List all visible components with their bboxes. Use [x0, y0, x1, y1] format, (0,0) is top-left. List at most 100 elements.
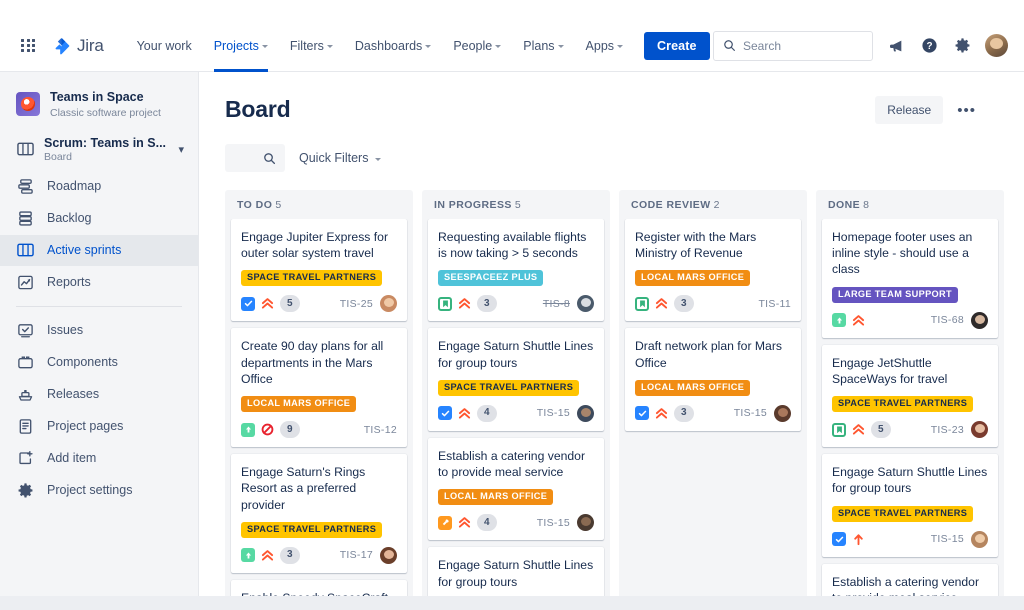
issue-card-title: Establish a catering vendor to provide m… — [438, 448, 586, 480]
nav-plans[interactable]: Plans — [512, 20, 574, 72]
issue-key[interactable]: TIS-15 — [931, 533, 964, 545]
epic-label[interactable]: SPACE TRAVEL PARTNERS — [438, 379, 580, 396]
story-points-badge: 5 — [871, 421, 891, 439]
sidebar-item-active-sprints[interactable]: Active sprints — [0, 234, 198, 266]
create-button[interactable]: Create — [644, 31, 710, 60]
assignee-avatar[interactable] — [971, 530, 988, 548]
epic-label[interactable]: SEESPACEEZ PLUS — [438, 270, 544, 287]
epic-label[interactable]: LOCAL MARS OFFICE — [635, 270, 751, 287]
sidebar-item-add-item[interactable]: Add item — [0, 443, 198, 474]
column-card-list[interactable]: Requesting available flights is now taki… — [422, 219, 610, 610]
issue-card[interactable]: Engage Saturn Shuttle Lines for group to… — [822, 454, 998, 557]
nav-your-work[interactable]: Your work — [126, 20, 203, 72]
global-search[interactable] — [713, 30, 873, 61]
epic-label[interactable]: LOCAL MARS OFFICE — [635, 379, 751, 396]
column-card-list[interactable]: Homepage footer uses an inline style - s… — [816, 219, 1004, 610]
assignee-avatar[interactable] — [380, 295, 397, 313]
assignee-avatar[interactable] — [971, 421, 988, 439]
epic-label[interactable]: LOCAL MARS OFFICE — [241, 396, 357, 413]
sidebar-item-reports[interactable]: Reports — [0, 267, 198, 298]
nav-apps[interactable]: Apps — [575, 20, 635, 72]
column-card-list[interactable]: Register with the Mars Ministry of Reven… — [619, 219, 807, 610]
sidebar-item-releases[interactable]: Releases — [0, 379, 198, 410]
epic-label[interactable]: SPACE TRAVEL PARTNERS — [241, 270, 383, 287]
epic-label[interactable]: LOCAL MARS OFFICE — [438, 489, 554, 506]
window-bottom-frame — [0, 596, 1024, 610]
issue-card[interactable]: Homepage footer uses an inline style - s… — [822, 219, 998, 338]
nav-dashboards[interactable]: Dashboards — [344, 20, 442, 72]
project-header[interactable]: Teams in Space Classic software project — [0, 82, 198, 129]
nav-label: Projects — [213, 38, 259, 53]
project-avatar-icon — [16, 92, 40, 117]
nav-projects[interactable]: Projects — [203, 20, 279, 72]
issue-key[interactable]: TIS-8 — [543, 298, 570, 310]
issue-card-meta: TIS-12 — [364, 424, 397, 436]
board-name: Scrum: Teams in S... — [44, 135, 167, 150]
issue-card[interactable]: Create 90 day plans for all departments … — [231, 328, 407, 448]
issue-type-story-icon — [832, 422, 846, 437]
issue-key[interactable]: TIS-15 — [537, 407, 570, 419]
issue-key[interactable]: TIS-23 — [931, 424, 964, 436]
issue-key[interactable]: TIS-11 — [758, 298, 791, 310]
quick-filters-dropdown[interactable]: Quick Filters — [299, 151, 382, 165]
epic-label[interactable]: SPACE TRAVEL PARTNERS — [832, 505, 974, 522]
epic-label[interactable]: LARGE TEAM SUPPORT — [832, 286, 959, 303]
chevron-down-icon[interactable]: ▾ — [178, 143, 184, 156]
profile-avatar[interactable] — [985, 34, 1008, 57]
issue-key[interactable]: TIS-15 — [537, 517, 570, 529]
sidebar-item-roadmap[interactable]: Roadmap — [0, 171, 198, 202]
issue-card-title: Engage Saturn's Rings Resort as a prefer… — [241, 465, 366, 512]
board-columns: TO DO 5 Engage Jupiter Express for outer s… — [225, 190, 1024, 610]
sidebar-item-components[interactable]: Components — [0, 347, 198, 378]
issue-card[interactable]: Engage Saturn Shuttle Lines for group to… — [428, 328, 604, 431]
issue-card[interactable]: Draft network plan for Mars Office LOCAL … — [625, 328, 801, 431]
sidebar-item-project-settings[interactable]: Project settings — [0, 475, 198, 506]
sidebar-item-project-pages[interactable]: Project pages — [0, 411, 198, 442]
jira-home-logo[interactable]: Jira — [52, 36, 104, 56]
roadmap-icon — [16, 177, 34, 195]
assignee-avatar[interactable] — [577, 514, 594, 532]
nav-label: Dashboards — [354, 38, 423, 53]
column-name: CODE REVIEW — [631, 199, 711, 211]
issue-card[interactable]: Register with the Mars Ministry of Reven… — [625, 219, 801, 322]
pages-icon — [16, 417, 34, 435]
assignee-avatar[interactable] — [380, 546, 397, 564]
sidebar-item-label: Active sprints — [47, 242, 122, 257]
nav-people[interactable]: People — [442, 20, 512, 72]
issue-card[interactable]: Establish a catering vendor to provide m… — [428, 437, 604, 541]
issue-key[interactable]: TIS-68 — [931, 314, 964, 326]
assignee-avatar[interactable] — [774, 404, 791, 422]
issue-card[interactable]: Engage JetShuttle SpaceWays for travel SP… — [822, 344, 998, 448]
more-actions-button[interactable]: ••• — [951, 99, 982, 122]
gear-icon — [16, 481, 34, 499]
settings-icon[interactable] — [952, 36, 972, 56]
search-input[interactable] — [743, 38, 863, 53]
story-points-badge: 9 — [280, 421, 300, 439]
sidebar-item-issues[interactable]: Issues — [0, 315, 198, 346]
board-search-input[interactable] — [225, 144, 285, 172]
issue-key[interactable]: TIS-12 — [364, 424, 397, 436]
board-selector[interactable]: Scrum: Teams in S... Board ▾ — [0, 129, 198, 170]
assignee-avatar[interactable] — [577, 295, 594, 313]
notifications-icon[interactable] — [886, 36, 906, 56]
global-navigation: Jira Your work Projects Filters Dashboar… — [0, 20, 1024, 72]
issue-key[interactable]: TIS-15 — [734, 407, 767, 419]
assignee-avatar[interactable] — [577, 404, 594, 422]
issue-key[interactable]: TIS-17 — [340, 549, 373, 561]
issue-card[interactable]: Requesting available flights is now taki… — [428, 219, 604, 322]
sidebar-item-backlog[interactable]: Backlog — [0, 203, 198, 234]
column-card-list[interactable]: Engage Jupiter Express for outer solar s… — [225, 219, 413, 610]
epic-label[interactable]: SPACE TRAVEL PARTNERS — [241, 521, 383, 538]
help-icon[interactable]: ? — [919, 36, 939, 56]
issue-card[interactable]: Engage Jupiter Express for outer solar s… — [231, 219, 407, 322]
column-name: TO DO — [237, 199, 273, 211]
nav-filters[interactable]: Filters — [279, 20, 344, 72]
issue-key[interactable]: TIS-25 — [340, 298, 373, 310]
release-button[interactable]: Release — [875, 96, 944, 124]
epic-label[interactable]: SPACE TRAVEL PARTNERS — [832, 396, 974, 413]
issue-card-title: Engage Saturn Shuttle Lines for group to… — [832, 465, 988, 496]
board-main-content: Board Release ••• Quick Filters TO DO 5 En… — [199, 72, 1024, 610]
app-switcher-icon[interactable] — [16, 34, 40, 58]
assignee-avatar[interactable] — [971, 311, 988, 329]
issue-card[interactable]: Engage Saturn's Rings Resort as a prefer… — [231, 454, 407, 573]
